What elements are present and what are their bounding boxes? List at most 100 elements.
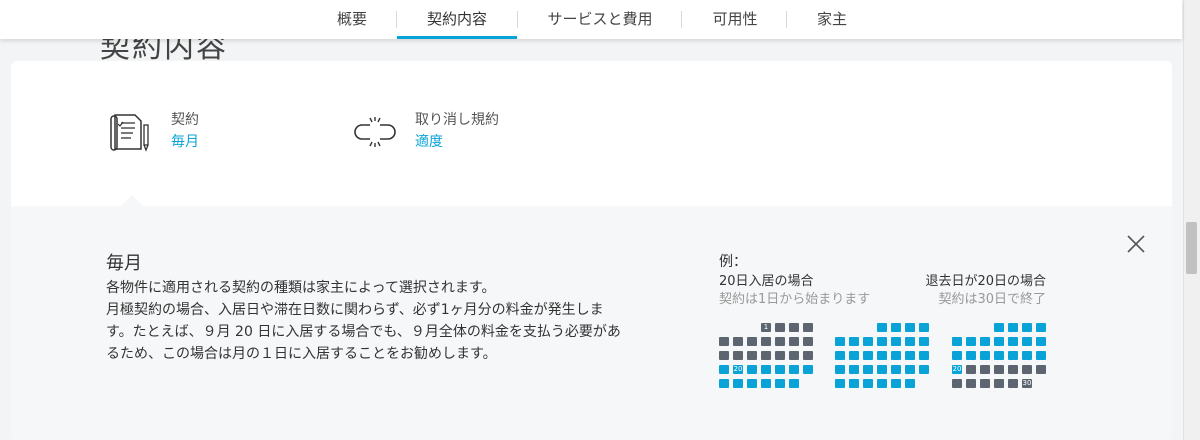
calendar-day: 1 (761, 323, 771, 332)
calendar-day (877, 323, 887, 332)
detail-description: 各物件に適用される契約の種類は家主によって選択されます。 月極契約の場合、入居日… (106, 277, 654, 365)
calendar-day (919, 365, 929, 374)
calendar-day: 20 (952, 365, 962, 374)
calendar-day (966, 337, 976, 346)
calendar-day (719, 351, 729, 360)
calendar-day (994, 337, 1004, 346)
calendar-day (905, 351, 915, 360)
nav-separator (786, 11, 787, 28)
calendar-day (747, 351, 757, 360)
calendar-day: 30 (1022, 379, 1032, 388)
calendar-day (863, 337, 873, 346)
calendar-day (775, 351, 785, 360)
summary-cancellation-value: 適度 (415, 134, 443, 150)
calendar-day (747, 337, 757, 346)
calendar-day (966, 379, 976, 388)
tab-overview[interactable]: 概要 (322, 0, 382, 39)
top-nav: 概要 契約内容 サービスと費用 可用性 家主 (0, 0, 1182, 39)
calendar-day (835, 365, 845, 374)
scrollbar-thumb[interactable] (1186, 222, 1197, 274)
calendar-day (761, 379, 771, 388)
calendar-day: 20 (733, 365, 743, 374)
calendar-day (761, 351, 771, 360)
detail-title: 毎月 (106, 253, 142, 274)
calendar-day (1008, 323, 1018, 332)
calendar-day (891, 323, 901, 332)
calendar-day (877, 365, 887, 374)
calendar-day (775, 365, 785, 374)
calendar-day (891, 351, 901, 360)
example-right-heading: 退去日が20日の場合 (925, 274, 1046, 289)
calendar-day (761, 337, 771, 346)
scrollbar-track[interactable] (1183, 0, 1200, 440)
calendar-day (905, 337, 915, 346)
calendar-day (835, 379, 845, 388)
tab-landlord[interactable]: 家主 (800, 0, 864, 39)
nav-separator (517, 11, 518, 28)
example-right-note: 契約は30日で終了 (938, 292, 1046, 307)
example-left-heading: 20日入居の場合 (719, 274, 814, 289)
calendar-day (877, 379, 887, 388)
calendar-day (803, 323, 813, 332)
calendar-day (849, 379, 859, 388)
calendar-day (849, 337, 859, 346)
calendar-day (891, 379, 901, 388)
calendar-day (775, 337, 785, 346)
calendar-day (877, 337, 887, 346)
tab-services-fees[interactable]: サービスと費用 (530, 0, 670, 39)
calendar-day (1008, 379, 1018, 388)
calendar-day (1008, 337, 1018, 346)
calendar-day (966, 365, 976, 374)
broken-link-icon (354, 117, 396, 147)
contract-summary: 契約 毎月 取り消し規約 適度 (11, 61, 1172, 206)
calendar-day (719, 337, 729, 346)
close-icon[interactable] (1125, 233, 1147, 255)
calendar-day (1036, 365, 1046, 374)
calendar-day (863, 379, 873, 388)
calendar-day (775, 323, 785, 332)
calendar-day (1022, 351, 1032, 360)
detail-line: 各物件に適用される契約の種類は家主によって選択されます。 (106, 280, 496, 296)
example-left-note: 契約は1日から始まります (719, 292, 871, 307)
calendar-day (863, 365, 873, 374)
detail-line: るため、この場合は月の１日に入居することをお勧めします。 (106, 346, 497, 362)
tab-contract[interactable]: 契約内容 (397, 0, 517, 39)
calendar-day (719, 379, 729, 388)
summary-cancellation-label: 取り消し規約 (415, 112, 499, 128)
calendar-day (733, 337, 743, 346)
calendar-day (980, 351, 990, 360)
calendar-day (994, 379, 1004, 388)
calendar-day (905, 379, 915, 388)
calendar-day (877, 351, 887, 360)
calendar-day (789, 365, 799, 374)
calendar-day (919, 337, 929, 346)
calendar-day (835, 351, 845, 360)
nav-separator (681, 11, 682, 28)
calendar-day (1036, 351, 1046, 360)
calendar-day (1008, 351, 1018, 360)
calendar-day (966, 351, 976, 360)
calendar-day (994, 351, 1004, 360)
tab-availability[interactable]: 可用性 (695, 0, 775, 39)
contract-card: 契約 毎月 取り消し規約 適度 毎月 各物件に適用される契約の種類は家主によって… (11, 61, 1172, 440)
selected-pointer (121, 195, 143, 206)
calendar-day (891, 337, 901, 346)
calendar-day (919, 351, 929, 360)
calendar-day (849, 365, 859, 374)
calendar-day (803, 365, 813, 374)
calendar-day (789, 323, 799, 332)
calendar-day (891, 365, 901, 374)
calendar-day (719, 365, 729, 374)
calendar-day (1022, 323, 1032, 332)
calendar-day (789, 379, 799, 388)
calendar-day (761, 365, 771, 374)
calendar-day (952, 351, 962, 360)
calendar-day (952, 379, 962, 388)
calendar-day (1036, 323, 1046, 332)
calendar-day (1022, 337, 1032, 346)
summary-contract-label: 契約 (171, 112, 199, 128)
calendar-day (789, 337, 799, 346)
calendar-day (905, 323, 915, 332)
calendar-day (747, 379, 757, 388)
calendar-day (803, 337, 813, 346)
